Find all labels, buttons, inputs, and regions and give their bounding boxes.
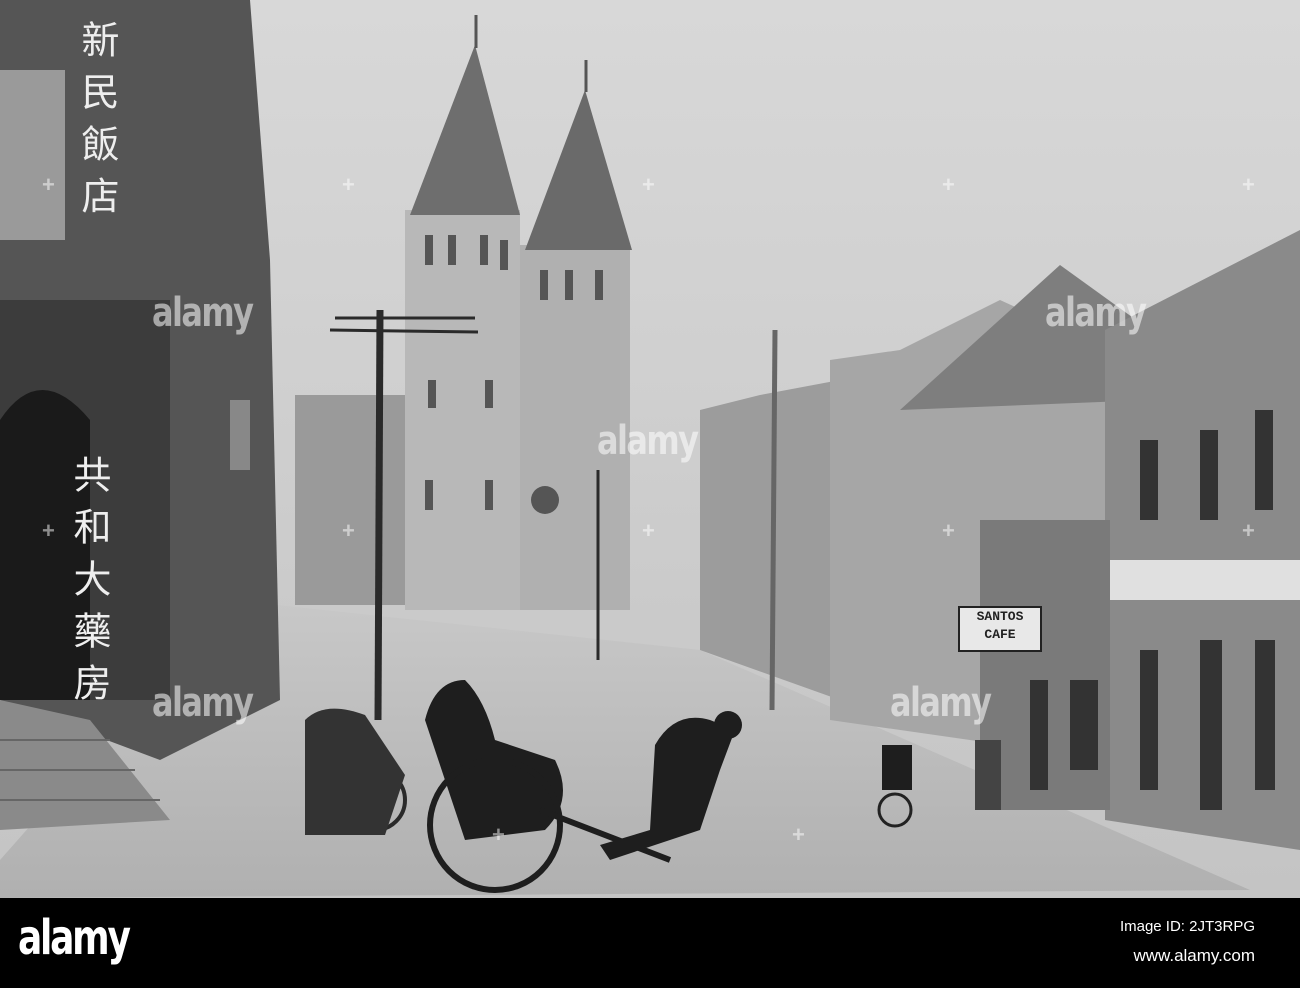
image-id: Image ID: 2JT3RPG <box>1119 918 1255 935</box>
watermark-plus: + <box>1242 518 1255 543</box>
watermark: alamy <box>152 290 254 336</box>
cafe-sign-line1: SANTOS <box>976 609 1024 624</box>
watermark: alamy <box>890 680 992 726</box>
watermark: alamy <box>1045 290 1147 336</box>
footer-bar: alamy Image ID: 2JT3RPG www.alamy.com <box>0 898 1300 988</box>
watermark-plus: + <box>942 518 955 543</box>
watermark-plus: + <box>942 172 955 197</box>
watermark: alamy <box>597 418 699 464</box>
watermark-plus: + <box>342 518 355 543</box>
watermark: alamy <box>152 680 254 726</box>
watermark-plus: + <box>42 518 55 543</box>
website-url: www.alamy.com <box>1133 946 1255 965</box>
santos-cafe-sign: SANTOS CAFE <box>958 606 1042 652</box>
watermark-plus: + <box>1242 172 1255 197</box>
watermark-plus: + <box>342 172 355 197</box>
alamy-logo: alamy <box>18 910 131 966</box>
watermark-plus: + <box>42 172 55 197</box>
watermark-plus: + <box>792 822 805 847</box>
watermark-plus: + <box>642 172 655 197</box>
watermark-plus: + <box>642 518 655 543</box>
stock-photo-frame: 新民飯店 共和大藥房 SANTOS CAFE alamy alamy alamy… <box>0 0 1300 988</box>
cafe-sign-line2: CAFE <box>984 627 1016 642</box>
pharmacy-sign: 共和大藥房 <box>67 455 111 715</box>
watermark-plus: + <box>492 822 505 847</box>
hotel-sign: 新民飯店 <box>75 20 119 228</box>
